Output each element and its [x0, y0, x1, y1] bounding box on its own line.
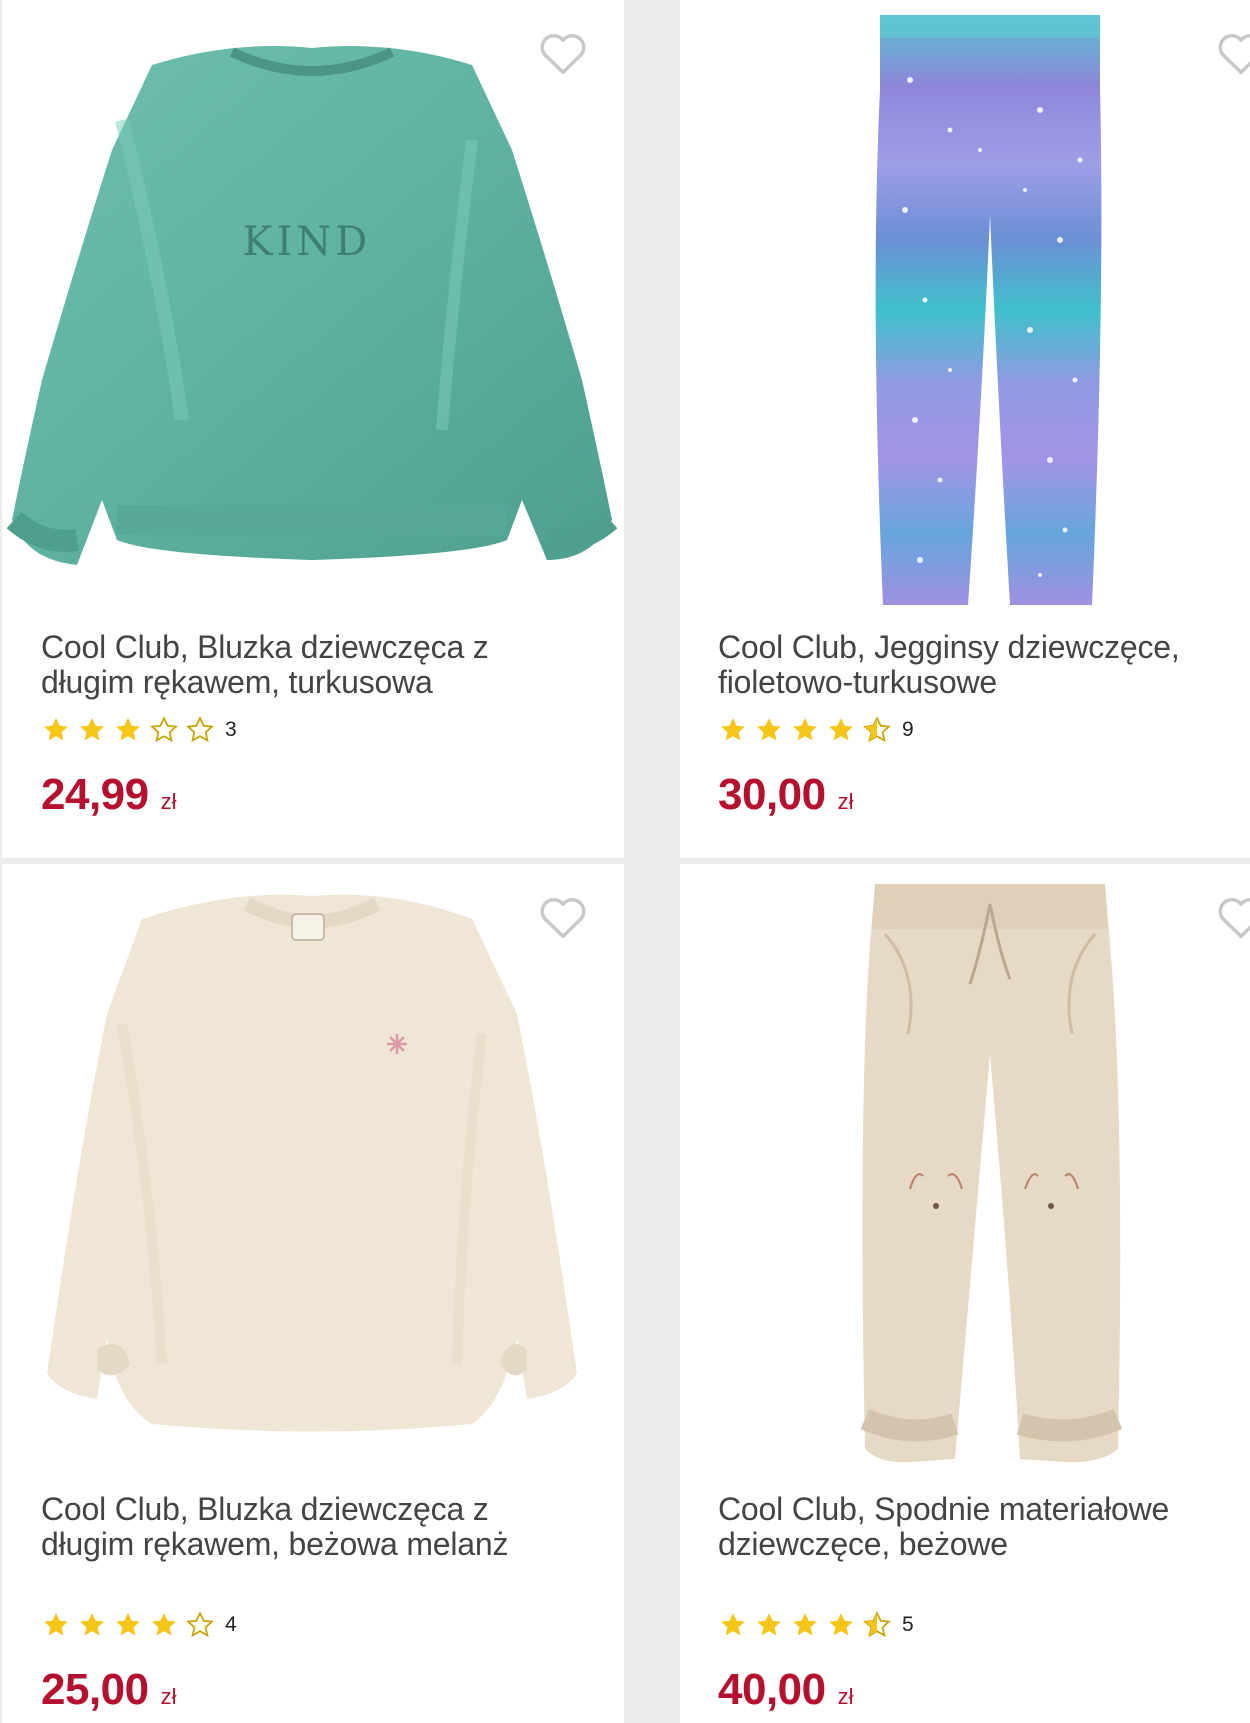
- sweatshirt-print-text: KIND: [243, 219, 372, 265]
- product-title[interactable]: Cool Club, Jegginsy dziewczęce, fioletow…: [718, 630, 1238, 700]
- price-currency: zł: [160, 789, 177, 814]
- star-filled-icon: [721, 1613, 745, 1636]
- star-filled-icon: [721, 718, 745, 741]
- heart-outline-icon[interactable]: [537, 892, 589, 944]
- star-filled-icon: [116, 718, 140, 741]
- star-filled-icon: [757, 718, 781, 741]
- price-value: 40,00: [718, 1665, 826, 1714]
- heart-outline-icon[interactable]: [1215, 892, 1250, 944]
- price-value: 30,00: [718, 770, 826, 819]
- product-grid: KIND Cool Club, Bluzka dziewczęca z dług…: [0, 0, 1250, 1723]
- product-price: 30,00 zł: [718, 770, 854, 820]
- galaxy-leggings-image: [875, 15, 1102, 605]
- star-filled-icon: [152, 1613, 176, 1636]
- star-filled-icon: [829, 1613, 853, 1636]
- heart-outline-icon[interactable]: [1215, 28, 1250, 80]
- product-price: 25,00 zł: [41, 1665, 177, 1715]
- rating-count: 9: [902, 718, 914, 741]
- product-card[interactable]: Cool Club, Bluzka dziewczęca z długim rę…: [2, 864, 624, 1723]
- product-title[interactable]: Cool Club, Bluzka dziewczęca z długim rę…: [41, 630, 581, 700]
- star-filled-icon: [793, 1613, 817, 1636]
- beige-sweater-image: [47, 894, 577, 1432]
- price-value: 24,99: [41, 770, 149, 819]
- product-card[interactable]: Cool Club, Jegginsy dziewczęce, fioletow…: [680, 0, 1250, 858]
- product-image[interactable]: [680, 864, 1250, 1474]
- price-value: 25,00: [41, 1665, 149, 1714]
- star-filled-icon: [44, 1613, 68, 1636]
- turquoise-sweatshirt-image: KIND: [6, 46, 618, 565]
- product-image[interactable]: [680, 0, 1250, 610]
- star-half-icon: [863, 1611, 891, 1638]
- rating-stars: 5: [718, 1610, 914, 1640]
- rating-stars: 3: [41, 715, 237, 745]
- rating-count: 5: [902, 1613, 914, 1636]
- star-filled-icon: [793, 718, 817, 741]
- price-currency: zł: [837, 1684, 854, 1709]
- product-price: 24,99 zł: [41, 770, 177, 820]
- product-price: 40,00 zł: [718, 1665, 854, 1715]
- product-card[interactable]: Cool Club, Spodnie materiałowe dziewczęc…: [680, 864, 1250, 1723]
- price-currency: zł: [837, 789, 854, 814]
- product-title[interactable]: Cool Club, Spodnie materiałowe dziewczęc…: [718, 1492, 1238, 1562]
- beige-trousers-image: [860, 884, 1123, 1463]
- rating-count: 3: [225, 718, 237, 741]
- star-half-icon: [863, 716, 891, 743]
- price-currency: zł: [160, 1684, 177, 1709]
- star-outline-icon: [150, 716, 178, 743]
- heart-outline-icon[interactable]: [537, 28, 589, 80]
- star-filled-icon: [80, 1613, 104, 1636]
- star-outline-icon: [186, 1611, 214, 1638]
- product-image[interactable]: [2, 864, 624, 1474]
- product-title[interactable]: Cool Club, Bluzka dziewczęca z długim rę…: [41, 1492, 581, 1562]
- star-filled-icon: [757, 1613, 781, 1636]
- star-filled-icon: [116, 1613, 140, 1636]
- star-filled-icon: [44, 718, 68, 741]
- rating-stars: 4: [41, 1610, 237, 1640]
- star-filled-icon: [80, 718, 104, 741]
- product-image[interactable]: KIND: [2, 0, 624, 610]
- rating-stars: 9: [718, 715, 914, 745]
- rating-count: 4: [225, 1613, 237, 1636]
- star-filled-icon: [829, 718, 853, 741]
- product-card[interactable]: KIND Cool Club, Bluzka dziewczęca z dług…: [2, 0, 624, 858]
- star-outline-icon: [186, 716, 214, 743]
